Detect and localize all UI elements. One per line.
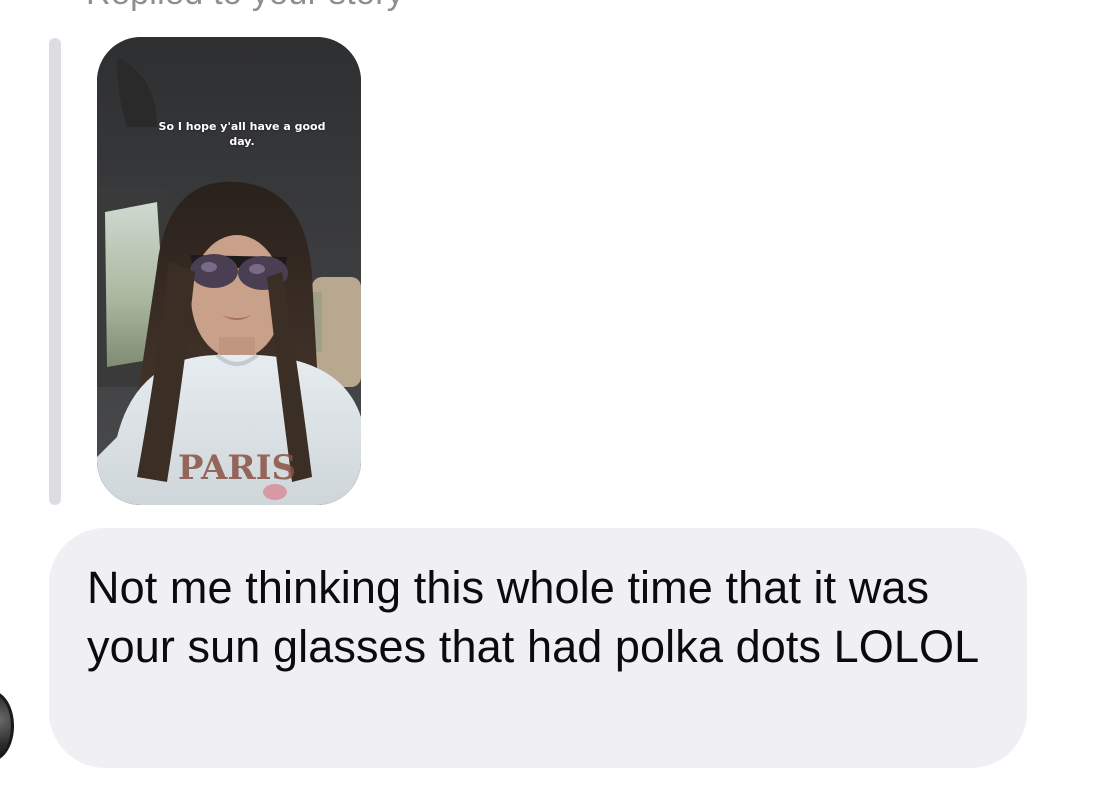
quote-bar bbox=[49, 38, 61, 505]
avatar[interactable] bbox=[0, 691, 14, 761]
story-thumbnail[interactable]: PARIS So I hope y'all have a good day. bbox=[97, 37, 361, 505]
story-image: PARIS bbox=[97, 37, 361, 505]
message-bubble[interactable]: Not me thinking this whole time that it … bbox=[49, 528, 1027, 768]
svg-text:PARIS: PARIS bbox=[178, 448, 296, 488]
reply-header: Replied to your story bbox=[86, 0, 404, 13]
message-text: Not me thinking this whole time that it … bbox=[87, 562, 980, 672]
story-caption: So I hope y'all have a good day. bbox=[158, 120, 326, 148]
